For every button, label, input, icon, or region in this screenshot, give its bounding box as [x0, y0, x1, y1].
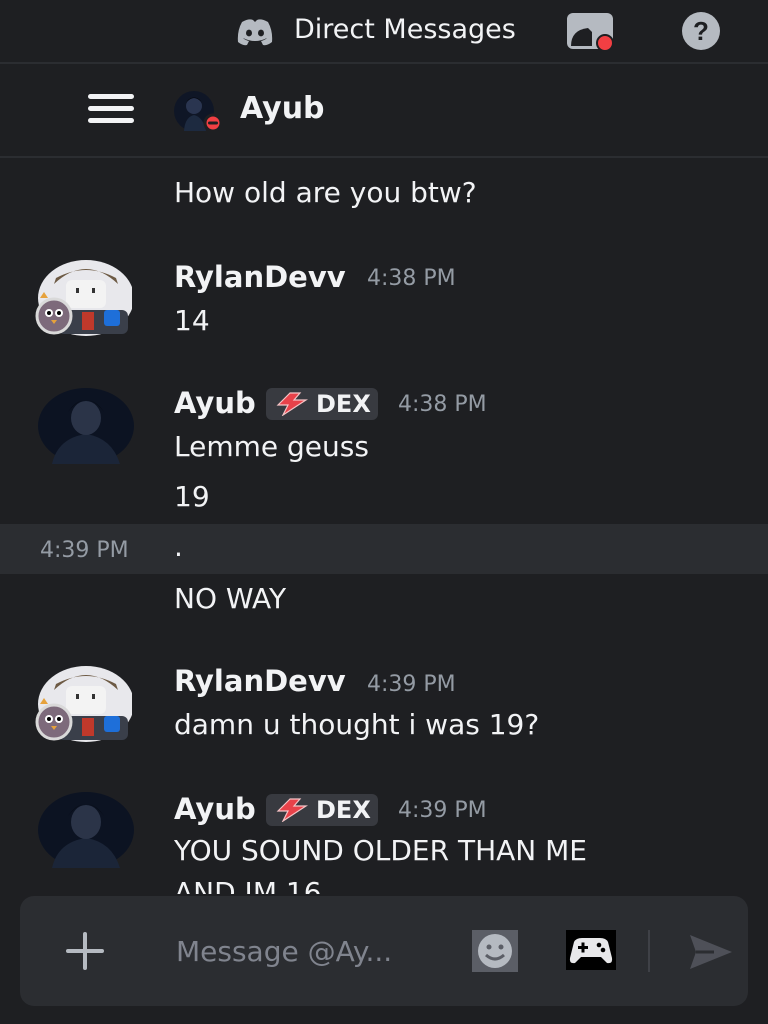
message-text: Lemme geuss — [174, 430, 369, 463]
clan-tag-label: DEX — [316, 390, 371, 418]
recipient-name[interactable]: Ayub — [240, 91, 325, 126]
message-timestamp: 4:38 PM — [367, 266, 456, 291]
avatar[interactable] — [32, 664, 132, 744]
emoji-icon[interactable] — [472, 930, 518, 972]
message-text: How old are you btw? — [174, 176, 477, 209]
message-text: 14 — [174, 304, 210, 337]
message-timestamp: 4:38 PM — [398, 392, 487, 417]
message-text: NO WAY — [174, 582, 287, 615]
message-text: damn u thought i was 19? — [174, 708, 540, 741]
message-composer — [20, 896, 748, 1006]
conversation-header: Ayub — [0, 64, 768, 158]
send-icon[interactable] — [688, 932, 734, 972]
message-author[interactable]: RylanDevv — [174, 664, 346, 698]
activities-gamepad-icon[interactable] — [566, 930, 616, 970]
top-bar: Direct Messages ? — [0, 0, 768, 64]
discord-icon — [237, 19, 273, 46]
avatar[interactable] — [36, 386, 136, 466]
message-row-hovered[interactable]: 4:39 PM . — [0, 524, 768, 574]
avatar[interactable] — [36, 790, 136, 870]
lightning-icon — [276, 798, 309, 822]
message-list[interactable]: How old are you btw? RylanDevv 4:38 PM 1… — [0, 158, 768, 894]
svg-text:?: ? — [693, 16, 709, 46]
lightning-icon — [276, 392, 309, 416]
hover-timestamp: 4:39 PM — [40, 538, 129, 563]
message-timestamp: 4:39 PM — [398, 798, 487, 823]
page-title: Direct Messages — [294, 14, 516, 45]
help-icon[interactable]: ? — [679, 11, 723, 51]
message-text: . — [174, 530, 183, 563]
divider — [648, 930, 650, 972]
screen-share-icon[interactable] — [566, 12, 616, 52]
clan-tag-badge[interactable]: DEX — [266, 794, 378, 826]
clan-tag-badge[interactable]: DEX — [266, 388, 378, 420]
message-author[interactable]: RylanDevv — [174, 260, 346, 294]
message-text: 19 — [174, 480, 210, 513]
clan-tag-label: DEX — [316, 796, 371, 824]
avatar[interactable] — [32, 258, 132, 338]
message-input[interactable] — [174, 930, 448, 972]
message-author[interactable]: Ayub — [174, 792, 256, 826]
message-text: AND IM 16 — [174, 876, 322, 894]
plus-icon[interactable] — [64, 930, 106, 972]
message-timestamp: 4:39 PM — [367, 672, 456, 697]
message-author[interactable]: Ayub — [174, 386, 256, 420]
message-text: YOU SOUND OLDER THAN ME — [174, 834, 587, 867]
hamburger-menu-icon[interactable] — [88, 94, 134, 126]
avatar[interactable] — [172, 91, 220, 131]
